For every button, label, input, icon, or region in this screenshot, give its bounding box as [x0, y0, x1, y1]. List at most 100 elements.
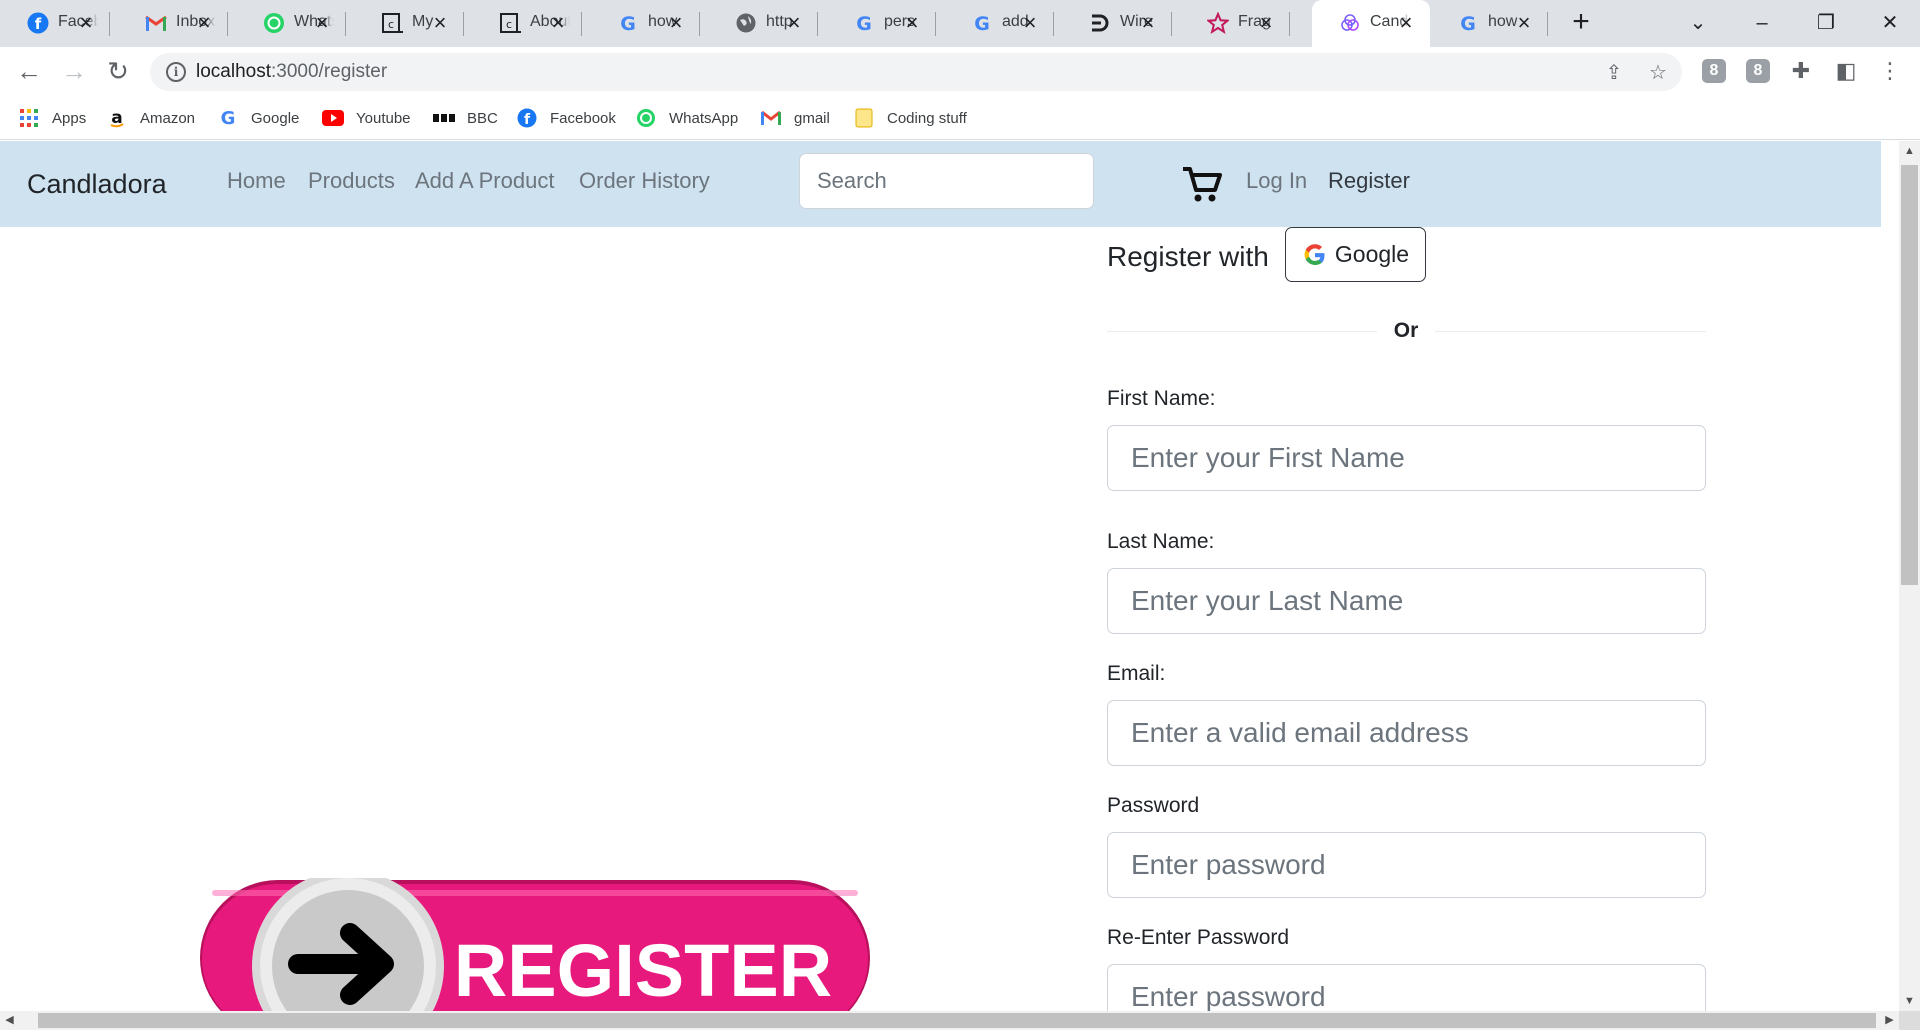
password-field[interactable]: Enter password: [1107, 832, 1706, 898]
tab-globe[interactable]: http ×: [708, 0, 818, 47]
re-enter-password-field[interactable]: Enter password: [1107, 964, 1706, 1011]
shopping-cart-icon[interactable]: [1181, 163, 1223, 205]
address-bar[interactable]: i localhost:3000/register ⇪ ☆: [150, 53, 1682, 91]
reload-icon[interactable]: ↻: [101, 54, 135, 88]
tab-strip: f Facebook × Inbox × WhatsApp × c My × c…: [0, 0, 1920, 47]
svg-text:G: G: [221, 108, 236, 128]
vertical-scroll-thumb[interactable]: [1901, 165, 1918, 585]
close-icon[interactable]: ×: [192, 11, 216, 35]
wireframe-icon: [1088, 11, 1112, 35]
bookmark-apps[interactable]: Apps: [18, 104, 86, 132]
bookmark-google[interactable]: G Google: [217, 104, 300, 132]
scroll-right-arrow-icon[interactable]: ▶: [1880, 1011, 1899, 1030]
bookmark-bbc[interactable]: BBC: [433, 104, 498, 132]
tab-google-1[interactable]: G how ×: [590, 0, 700, 47]
gmail-icon: [144, 11, 168, 35]
close-icon[interactable]: ×: [428, 11, 452, 35]
side-panel-icon[interactable]: ◧: [1832, 57, 1860, 85]
horizontal-scroll-thumb[interactable]: [38, 1013, 1876, 1028]
new-tab-plus-icon[interactable]: +: [1566, 7, 1596, 38]
nav-link-order-history[interactable]: Order History: [579, 168, 710, 194]
close-icon[interactable]: ×: [1018, 11, 1042, 35]
tab-separator: [935, 12, 936, 36]
google-icon: G: [970, 11, 994, 35]
horizontal-scrollbar[interactable]: ◀ ▶: [0, 1011, 1899, 1030]
site-search-input[interactable]: Search: [799, 153, 1094, 209]
scroll-down-arrow-icon[interactable]: ▼: [1899, 991, 1920, 1011]
nav-link-register[interactable]: Register: [1328, 168, 1410, 194]
scroll-left-arrow-icon[interactable]: ◀: [0, 1011, 19, 1030]
first-name-field[interactable]: Enter your First Name: [1107, 425, 1706, 491]
bookmark-label: Google: [251, 109, 300, 127]
star-icon: [1206, 11, 1230, 35]
re-enter-password-label: Re-Enter Password: [1107, 926, 1290, 949]
tab-separator: [699, 12, 700, 36]
google-button-label: Google: [1334, 241, 1410, 267]
divider-right: [1435, 331, 1706, 332]
forward-arrow-icon[interactable]: →: [57, 54, 91, 88]
close-icon[interactable]: ×: [782, 11, 806, 35]
tab-codecademy-1[interactable]: c My ×: [354, 0, 464, 47]
window-close-icon[interactable]: ✕: [1870, 6, 1910, 40]
tab-google-4[interactable]: G how ×: [1430, 0, 1548, 47]
restore-icon[interactable]: ❐: [1806, 6, 1846, 40]
bookmark-facebook[interactable]: f Facebook: [516, 104, 616, 132]
bookmark-label: Facebook: [550, 109, 616, 127]
close-icon[interactable]: ×: [664, 11, 688, 35]
tab-separator: [345, 12, 346, 36]
brand-logo[interactable]: Candladora: [27, 169, 167, 200]
scroll-up-arrow-icon[interactable]: ▲: [1899, 141, 1920, 161]
email-field[interactable]: Enter a valid email address: [1107, 700, 1706, 766]
tab-google-2[interactable]: G pers ×: [826, 0, 936, 47]
bookmark-whatsapp[interactable]: WhatsApp: [635, 104, 738, 132]
close-icon[interactable]: ×: [900, 11, 924, 35]
bookmark-label: BBC: [467, 109, 498, 127]
tab-separator: [227, 12, 228, 36]
tab-whatsapp[interactable]: WhatsApp ×: [236, 0, 346, 47]
nav-link-add-product[interactable]: Add A Product: [415, 168, 554, 194]
kebab-menu-icon[interactable]: ⋮: [1876, 57, 1904, 85]
bookmark-label: gmail: [794, 109, 830, 127]
minimize-icon[interactable]: –: [1742, 6, 1782, 40]
bookmark-star-icon[interactable]: ☆: [1647, 62, 1669, 84]
puzzle-extensions-icon[interactable]: ✚: [1787, 57, 1815, 85]
svg-text:c: c: [388, 18, 394, 31]
nav-link-login[interactable]: Log In: [1246, 168, 1307, 194]
close-icon[interactable]: ×: [74, 11, 98, 35]
close-icon[interactable]: ×: [546, 11, 570, 35]
url-text[interactable]: localhost:3000/register: [196, 61, 387, 83]
bookmark-gmail[interactable]: gmail: [760, 104, 830, 132]
tab-facebook[interactable]: f Facebook ×: [0, 0, 110, 47]
tab-separator: [1547, 12, 1548, 36]
tab-candladora[interactable]: Cand ×: [1312, 0, 1430, 47]
close-icon[interactable]: ×: [1512, 11, 1536, 35]
bookmark-coding-stuff[interactable]: Coding stuff: [853, 104, 967, 132]
back-arrow-icon[interactable]: ←: [12, 54, 46, 88]
tab-google-3[interactable]: G add ×: [944, 0, 1054, 47]
vertical-scrollbar[interactable]: ▲ ▼: [1899, 141, 1920, 1011]
bookmark-label: Amazon: [140, 109, 196, 127]
site-info-icon[interactable]: i: [166, 62, 186, 82]
google-icon: G: [616, 11, 640, 35]
nav-link-home[interactable]: Home: [227, 168, 286, 194]
amazon-icon: a: [106, 107, 128, 129]
tab-gmail[interactable]: Inbox ×: [118, 0, 228, 47]
google-signin-button[interactable]: Google: [1285, 227, 1426, 282]
extension-icon[interactable]: 8: [1746, 59, 1770, 83]
bookmark-amazon[interactable]: a Amazon: [106, 104, 195, 132]
share-icon[interactable]: ⇪: [1603, 62, 1625, 84]
bookmark-youtube[interactable]: Youtube: [322, 104, 411, 132]
close-icon[interactable]: ×: [1394, 11, 1418, 35]
extension-icon[interactable]: 8: [1702, 59, 1726, 83]
tab-fragrance[interactable]: Frag ×: [1180, 0, 1290, 47]
tab-separator: [463, 12, 464, 36]
nav-link-products[interactable]: Products: [308, 168, 395, 194]
tab-codecademy-2[interactable]: c About ×: [472, 0, 582, 47]
last-name-field[interactable]: Enter your Last Name: [1107, 568, 1706, 634]
tab-wireframe[interactable]: Wire ×: [1062, 0, 1172, 47]
close-icon[interactable]: ×: [1136, 11, 1160, 35]
whatsapp-icon: [262, 11, 286, 35]
close-icon[interactable]: ×: [1254, 11, 1278, 35]
close-icon[interactable]: ×: [310, 11, 334, 35]
tab-search-chevron-icon[interactable]: ⌄: [1678, 6, 1718, 40]
